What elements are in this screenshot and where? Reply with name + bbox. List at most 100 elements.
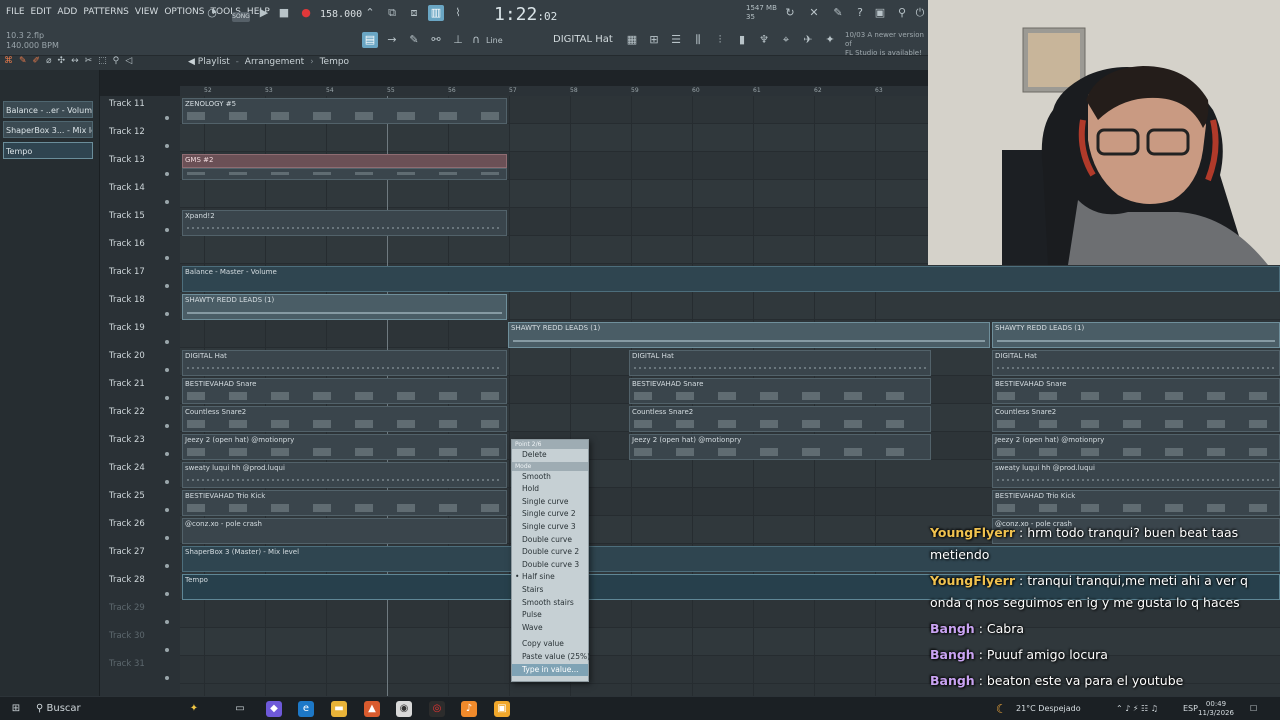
- track-mute-led[interactable]: [165, 536, 169, 540]
- clip-sweaty-2[interactable]: sweaty luqui hh @prod.luqui: [992, 462, 1280, 488]
- track-label[interactable]: Track 19: [109, 323, 145, 333]
- magnet-icon[interactable]: ∩: [468, 32, 484, 48]
- draw-tool-icon[interactable]: ✎: [19, 56, 27, 66]
- track-label[interactable]: Track 13: [109, 155, 145, 165]
- track-mute-led[interactable]: [165, 480, 169, 484]
- source-balance-volume[interactable]: Balance - ..er - Volume: [3, 101, 93, 118]
- clip-gms[interactable]: GMS #2: [182, 154, 507, 168]
- notification-icon[interactable]: ☐: [1250, 697, 1257, 720]
- clip-jeezy-1[interactable]: Jeezy 2 (open hat) @motionpry: [182, 434, 507, 460]
- file-explorer-icon[interactable]: ▬: [331, 701, 347, 717]
- clip-hat-2[interactable]: DIGITAL Hat: [629, 350, 931, 376]
- track-label[interactable]: Track 21: [109, 379, 145, 389]
- copilot-sparkle-icon[interactable]: ✦: [186, 701, 202, 717]
- edge-icon[interactable]: e: [298, 701, 314, 717]
- track-mute-led[interactable]: [165, 284, 169, 288]
- crumb-tempo[interactable]: Tempo: [320, 57, 350, 67]
- track-mute-led[interactable]: [165, 592, 169, 596]
- track-mute-led[interactable]: [165, 116, 169, 120]
- clip-sweaty-1[interactable]: sweaty luqui hh @prod.luqui: [182, 462, 507, 488]
- song-mode-badge[interactable]: SONG: [232, 12, 250, 22]
- mode-option[interactable]: Smooth: [512, 471, 588, 484]
- mode-option[interactable]: Single curve 2: [512, 508, 588, 521]
- track-label[interactable]: Track 20: [109, 351, 145, 361]
- slip-tool-icon[interactable]: ↔: [71, 56, 79, 66]
- piano-roll-icon[interactable]: ⊞: [646, 32, 662, 48]
- menu-add[interactable]: ADD: [57, 7, 77, 17]
- mode-option[interactable]: Hold: [512, 483, 588, 496]
- close-icon[interactable]: ✕: [806, 5, 822, 21]
- track-label[interactable]: Track 12: [109, 127, 145, 137]
- metronome-icon[interactable]: ⌃: [362, 5, 378, 21]
- current-pattern[interactable]: DIGITAL Hat: [553, 34, 613, 45]
- track-mute-led[interactable]: [165, 676, 169, 680]
- track-label[interactable]: Track 14: [109, 183, 145, 193]
- track-mute-led[interactable]: [165, 228, 169, 232]
- snap-selector[interactable]: Line: [486, 36, 503, 45]
- track-label[interactable]: Track 23: [109, 435, 145, 445]
- help-icon[interactable]: ?: [852, 5, 868, 21]
- clip-crash-1[interactable]: @conz.xo - pole crash: [182, 518, 507, 544]
- fl-studio-icon[interactable]: ♪: [461, 701, 477, 717]
- menu-file[interactable]: FILE: [6, 7, 25, 17]
- task-view-icon[interactable]: ▭: [232, 701, 248, 717]
- tray-icons[interactable]: ⌃ ♪ ⚡ ☷ ♫: [1116, 697, 1158, 720]
- effects-icon[interactable]: ⫶: [712, 32, 728, 48]
- track-mute-led[interactable]: [165, 144, 169, 148]
- source-tempo[interactable]: Tempo: [3, 142, 93, 159]
- bird-icon[interactable]: ✈: [800, 32, 816, 48]
- windows-start-icon[interactable]: ⊞: [8, 701, 24, 717]
- track-label[interactable]: Track 27: [109, 547, 145, 557]
- track-mute-led[interactable]: [165, 620, 169, 624]
- track-mute-led[interactable]: [165, 564, 169, 568]
- channel-rack-icon[interactable]: ☰: [668, 32, 684, 48]
- menu-options[interactable]: OPTIONS: [164, 7, 204, 17]
- clip-shawty-3[interactable]: SHAWTY REDD LEADS (1): [992, 322, 1280, 348]
- track-label[interactable]: Track 31: [109, 659, 145, 669]
- tempo-display[interactable]: 158.000: [320, 9, 362, 20]
- mic-icon[interactable]: ✎: [830, 5, 846, 21]
- save-icon[interactable]: ▣: [872, 5, 888, 21]
- track-mute-led[interactable]: [165, 396, 169, 400]
- track-label[interactable]: Track 11: [109, 99, 145, 109]
- stop-icon[interactable]: ■: [276, 5, 292, 21]
- track-label[interactable]: Track 22: [109, 407, 145, 417]
- clip-xpand[interactable]: Xpand!2: [182, 210, 507, 236]
- crumb-arrangement[interactable]: Arrangement: [245, 57, 304, 67]
- mute-tool-icon[interactable]: ✣: [58, 56, 66, 66]
- countdown-icon[interactable]: ⧈: [406, 5, 422, 21]
- track-mute-led[interactable]: [165, 340, 169, 344]
- delete-tool-icon[interactable]: ⌀: [46, 56, 51, 66]
- mixer-icon[interactable]: ▦: [624, 32, 640, 48]
- track-label[interactable]: Track 17: [109, 267, 145, 277]
- playlist-arrow-icon[interactable]: ◀: [188, 57, 198, 67]
- track-label[interactable]: Track 29: [109, 603, 145, 613]
- clip-shawty-1[interactable]: SHAWTY REDD LEADS (1): [182, 294, 507, 320]
- clip-kick-1[interactable]: BESTIEVAHAD Trio Kick: [182, 490, 507, 516]
- tuner-icon[interactable]: ⌖: [778, 32, 794, 48]
- link-icon[interactable]: ⚯: [428, 32, 444, 48]
- clip-snare-1[interactable]: BESTIEVAHAD Snare: [182, 378, 507, 404]
- mode-option[interactable]: Double curve 2: [512, 546, 588, 559]
- record-icon[interactable]: ●: [298, 5, 314, 21]
- mode-option[interactable]: Pulse: [512, 609, 588, 622]
- track-mute-led[interactable]: [165, 424, 169, 428]
- template-icon[interactable]: ✦: [822, 32, 838, 48]
- clip-csnare-1[interactable]: Countless Snare2: [182, 406, 507, 432]
- arrow-icon[interactable]: →: [384, 32, 400, 48]
- menu-action[interactable]: Type in value...: [512, 663, 588, 677]
- play-icon[interactable]: ▶: [256, 5, 272, 21]
- clip-csnare-2[interactable]: Countless Snare2: [629, 406, 931, 432]
- track-label[interactable]: Track 24: [109, 463, 145, 473]
- track-label[interactable]: Track 16: [109, 239, 145, 249]
- pencil-icon[interactable]: ✎: [406, 32, 422, 48]
- loop-record-icon[interactable]: ▥: [428, 5, 444, 21]
- mode-option[interactable]: Stairs: [512, 584, 588, 597]
- browser-icon[interactable]: ▮: [734, 32, 750, 48]
- copilot-icon[interactable]: ◆: [266, 701, 282, 717]
- weather-text[interactable]: 21°C Despejado: [1016, 697, 1081, 720]
- mode-option[interactable]: Wave: [512, 622, 588, 635]
- clip-snare-2[interactable]: BESTIEVAHAD Snare: [629, 378, 931, 404]
- track-label[interactable]: Track 30: [109, 631, 145, 641]
- clip-csnare-3[interactable]: Countless Snare2: [992, 406, 1280, 432]
